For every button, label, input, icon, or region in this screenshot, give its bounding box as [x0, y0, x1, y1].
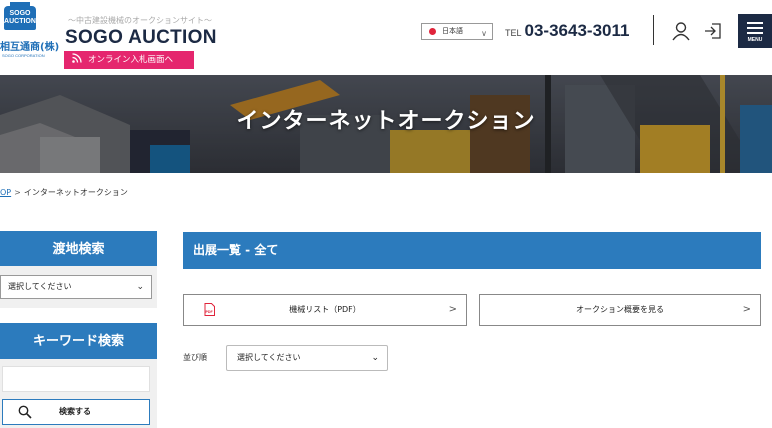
- chevron-down-icon: ⌄: [136, 282, 144, 292]
- chevron-down-icon: ∨: [481, 29, 487, 38]
- language-value: 日本語: [442, 27, 463, 35]
- listing-heading: 出展一覧 - 全て: [183, 232, 761, 269]
- user-icon[interactable]: [671, 21, 691, 41]
- site-tagline: 〜中古建設機械のオークションサイト〜: [68, 16, 212, 25]
- menu-button[interactable]: MENU: [738, 14, 772, 48]
- svg-text:PDF: PDF: [206, 310, 214, 314]
- search-icon: [18, 405, 32, 419]
- site-logo[interactable]: SOGO AUCTION 相互通商(株) SOGO CORPORATION: [0, 2, 60, 64]
- page-title: インターネットオークション: [236, 109, 536, 134]
- logo-company-name: 相互通商(株): [0, 42, 60, 53]
- phone-number[interactable]: TEL 03-3643-3011: [505, 21, 629, 41]
- keyword-search-heading: キーワード検索: [0, 323, 157, 361]
- chevron-down-icon: ⌄: [371, 353, 379, 363]
- auction-overview-button[interactable]: オークション概要を見る >: [479, 294, 761, 326]
- pdf-icon: PDF: [204, 303, 215, 316]
- search-button-label: 検索する: [59, 407, 91, 416]
- keyword-input[interactable]: [2, 366, 150, 392]
- japan-flag-icon: [429, 28, 436, 35]
- rss-icon: [72, 53, 82, 63]
- sort-label: 並び順: [183, 353, 207, 362]
- pdf-list-button[interactable]: PDF 機械リスト（PDF） >: [183, 294, 467, 326]
- chevron-right-icon: >: [742, 304, 751, 315]
- language-select[interactable]: 日本語 ∨: [421, 23, 493, 40]
- location-search-heading: 渡地検索: [0, 231, 157, 269]
- hero-banner: インターネットオークション: [0, 75, 772, 173]
- sort-select-value: 選択してください: [237, 353, 301, 362]
- online-bidding-label: オンライン入札画面へ: [88, 55, 174, 65]
- breadcrumb-current: インターネットオークション: [23, 188, 128, 197]
- login-icon[interactable]: [703, 21, 723, 41]
- location-select[interactable]: 選択してください ⌄: [0, 275, 152, 299]
- menu-label: MENU: [747, 37, 763, 43]
- header-divider: [653, 15, 654, 45]
- chevron-right-icon: >: [448, 304, 457, 315]
- site-header: SOGO AUCTION 相互通商(株) SOGO CORPORATION 〜中…: [0, 0, 772, 75]
- auction-overview-label: オークション概要を見る: [576, 305, 664, 314]
- breadcrumb-home-link[interactable]: OP: [0, 188, 11, 197]
- tel-number: 03-3643-3011: [524, 21, 630, 40]
- logo-corp-name: SOGO CORPORATION: [2, 53, 45, 58]
- location-select-value: 選択してください: [8, 282, 72, 291]
- tel-label: TEL: [505, 28, 522, 38]
- sort-select[interactable]: 選択してください ⌄: [226, 345, 388, 371]
- online-bidding-button[interactable]: オンライン入札画面へ: [64, 51, 194, 69]
- pdf-list-label: 機械リスト（PDF）: [289, 305, 361, 314]
- logo-mark: SOGO AUCTION: [4, 2, 36, 30]
- brand-title[interactable]: SOGO AUCTION: [65, 27, 217, 49]
- keyword-search-button[interactable]: 検索する: [2, 399, 150, 425]
- breadcrumb: OP > インターネットオークション: [0, 187, 128, 198]
- breadcrumb-separator: >: [14, 188, 21, 197]
